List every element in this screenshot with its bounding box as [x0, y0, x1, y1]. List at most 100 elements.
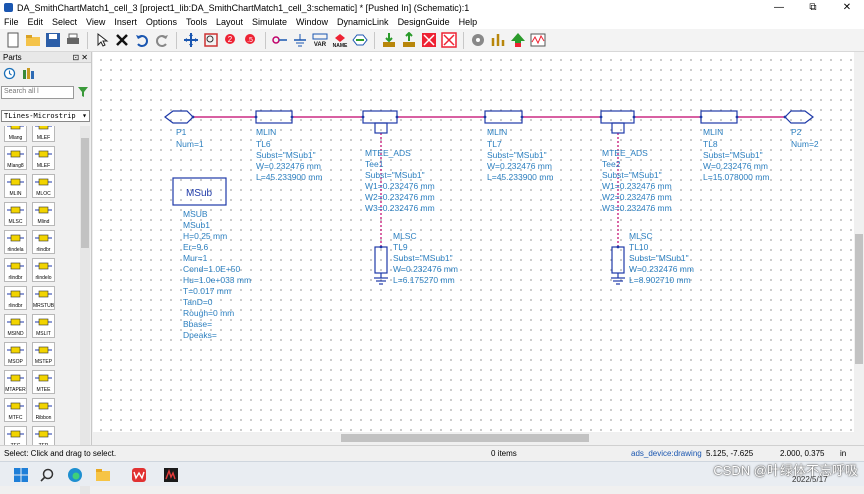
tl7-symbol[interactable] [484, 110, 523, 124]
minimize-button[interactable]: — [762, 0, 796, 15]
close-button[interactable]: ✕ [830, 0, 864, 15]
menu-layout[interactable]: Layout [216, 17, 243, 27]
palette-item-label: Ribbon [35, 415, 52, 421]
palette-item-mslit[interactable]: MSLIT [32, 314, 55, 338]
maximize-button[interactable]: ⧉ [796, 0, 830, 15]
wire-icon[interactable] [270, 31, 289, 50]
palette-item-mtfc[interactable]: MTFC [4, 398, 27, 422]
history-icon[interactable] [3, 67, 16, 80]
menu-window[interactable]: Window [296, 17, 328, 27]
windows-start-icon[interactable] [12, 466, 30, 484]
library-icon[interactable] [22, 67, 35, 80]
select-arrow-icon[interactable] [92, 31, 111, 50]
palette-item-mlef[interactable]: MLEF [32, 126, 55, 142]
port-p2-symbol[interactable] [784, 110, 814, 124]
search-icon[interactable] [38, 466, 56, 484]
menu-dynamiclink[interactable]: DynamicLink [337, 17, 389, 27]
move-icon[interactable] [181, 31, 200, 50]
tl8-symbol[interactable] [700, 110, 738, 124]
tee2-w1: W1=0.232476 mm [602, 181, 672, 191]
menu-file[interactable]: File [4, 17, 19, 27]
palette-item-label: MLEF [36, 135, 51, 141]
menu-options[interactable]: Options [146, 17, 177, 27]
toolbar-separator [463, 31, 464, 49]
palette-item-mloc[interactable]: MLOC [32, 174, 55, 198]
pin-icon[interactable]: ⊡ [72, 53, 79, 62]
menu-designguide[interactable]: DesignGuide [398, 17, 450, 27]
zoom-out-icon[interactable]: .5 [241, 31, 260, 50]
library-select[interactable]: TLines-Microstrip [1, 110, 90, 122]
tee2-symbol[interactable] [600, 110, 635, 134]
menu-insert[interactable]: Insert [114, 17, 137, 27]
menu-help[interactable]: Help [459, 17, 478, 27]
activate-icon[interactable] [439, 31, 458, 50]
horizontal-scrollbar[interactable] [93, 432, 854, 444]
name-icon[interactable]: NAME [330, 31, 349, 50]
palette-item-msind[interactable]: MSIND [4, 314, 27, 338]
deactivate-icon[interactable] [419, 31, 438, 50]
palette-item-mlang8[interactable]: Mlang8 [4, 146, 27, 170]
pop-out-icon[interactable] [399, 31, 418, 50]
file-explorer-icon[interactable] [94, 466, 112, 484]
palette-item-label: MTEE [36, 387, 51, 393]
menu-edit[interactable]: Edit [28, 17, 44, 27]
save-icon[interactable] [43, 31, 62, 50]
tune-icon[interactable] [468, 31, 487, 50]
palette-item-ribbon[interactable]: Ribbon [32, 398, 55, 422]
status-item-count: 0 items [491, 449, 517, 458]
palette-item-mlin[interactable]: MLIN [4, 174, 27, 198]
redo-icon[interactable] [152, 31, 171, 50]
menu-tools[interactable]: Tools [186, 17, 207, 27]
filter-icon[interactable] [78, 86, 88, 98]
tl8-type: MLIN [703, 127, 723, 137]
parts-scrollbar[interactable] [80, 126, 90, 494]
optimize-icon[interactable] [488, 31, 507, 50]
palette-item-mrstub[interactable]: MRSTUB [32, 286, 55, 310]
var-icon[interactable]: VAR [310, 31, 329, 50]
menu-view[interactable]: View [86, 17, 105, 27]
palette-item-rlindelo[interactable]: rlindelo [32, 258, 55, 282]
zoom-icon[interactable] [201, 31, 220, 50]
menu-select[interactable]: Select [52, 17, 77, 27]
wps-icon[interactable] [130, 466, 148, 484]
edge-icon[interactable] [66, 466, 84, 484]
msub-param: Bbase= [183, 319, 212, 329]
tl9-symbol[interactable] [374, 246, 388, 285]
delete-icon[interactable] [112, 31, 131, 50]
palette-item-rlindbr[interactable]: rlindbr [32, 230, 55, 254]
palette-item-mtaper[interactable]: MTAPER [4, 370, 27, 394]
component-icon [7, 345, 24, 355]
palette-item-mlef[interactable]: MLEF [32, 146, 55, 170]
palette-item-mtee[interactable]: MTEE [32, 370, 55, 394]
palette-item-rlindela[interactable]: rlindela [4, 230, 27, 254]
palette-item-rlindbr[interactable]: rlindbr [4, 286, 27, 310]
push-in-icon[interactable] [379, 31, 398, 50]
palette-item-mstep[interactable]: MSTEP [32, 342, 55, 366]
tl10-symbol[interactable] [611, 246, 625, 285]
palette-item-mlsc[interactable]: MLSC [4, 202, 27, 226]
smith-chart-icon[interactable] [528, 31, 547, 50]
simulate-icon[interactable] [508, 31, 527, 50]
tl10-type: MLSC [629, 231, 653, 241]
port-p1-symbol[interactable] [164, 110, 194, 124]
tl6-length: L=45.233900 mm [256, 172, 322, 182]
vertical-scrollbar[interactable] [854, 52, 864, 443]
palette-item-msop[interactable]: MSOP [4, 342, 27, 366]
ground-icon[interactable] [290, 31, 309, 50]
menu-simulate[interactable]: Simulate [252, 17, 287, 27]
parts-search-input[interactable]: Search all l [1, 86, 74, 99]
open-icon[interactable] [23, 31, 42, 50]
tee1-symbol[interactable] [362, 110, 398, 134]
port-icon[interactable] [350, 31, 369, 50]
tl6-symbol[interactable] [255, 110, 293, 124]
zoom-in-icon[interactable]: 2 [221, 31, 240, 50]
palette-item-rlindbr[interactable]: rlindbr [4, 258, 27, 282]
close-panel-icon[interactable]: ✕ [81, 53, 88, 62]
print-icon[interactable] [63, 31, 82, 50]
new-icon[interactable] [3, 31, 22, 50]
undo-icon[interactable] [132, 31, 151, 50]
palette-item-mlind[interactable]: Mlind [32, 202, 55, 226]
palette-item-mlang[interactable]: Mlang [4, 126, 27, 142]
ads-icon[interactable] [162, 466, 180, 484]
schematic-canvas[interactable]: MSub P1 Num=1 MLIN TL6 Subst="MSub1" W=0… [93, 52, 854, 432]
